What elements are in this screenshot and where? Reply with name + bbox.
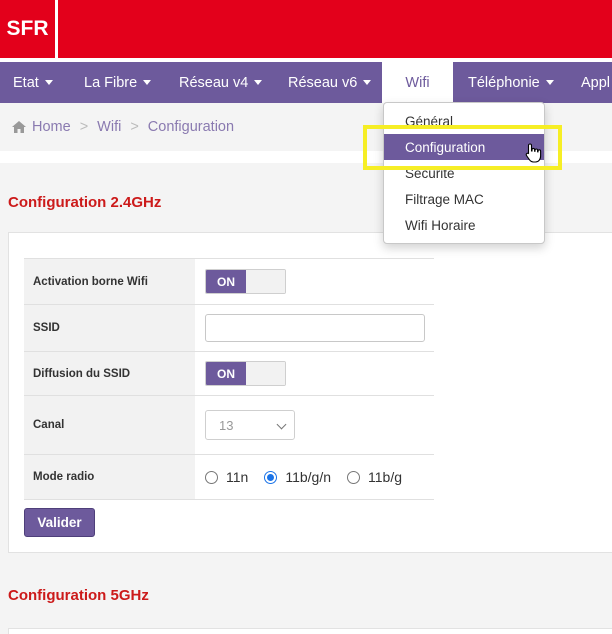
mode-radio-group: 11n 11b/g/n 11b/g: [205, 469, 434, 485]
config-5ghz-card: [8, 628, 612, 634]
activation-label: Activation borne Wifi: [24, 258, 195, 305]
mode-radio-label: Mode radio: [24, 454, 195, 500]
toggle-on-label: ON: [206, 270, 246, 293]
radio-label-11bgn[interactable]: 11b/g/n: [285, 469, 331, 485]
section-title-24ghz: Configuration 2.4GHz: [8, 194, 162, 211]
nav-item-reseau-v4[interactable]: Réseau v4: [179, 62, 263, 103]
config-24ghz-form: Activation borne Wifi ON SSID Diffusion …: [24, 258, 434, 500]
breadcrumb-separator: >: [130, 119, 139, 135]
nav-item-label: Réseau v4: [179, 74, 249, 91]
caret-down-icon: [254, 80, 263, 85]
header: SFR: [0, 0, 612, 62]
breadcrumb-wifi[interactable]: Wifi: [97, 119, 121, 135]
hand-pointer-icon: [525, 143, 543, 163]
form-row-activation: Activation borne Wifi ON: [24, 258, 434, 305]
form-row-ssid: SSID: [24, 304, 434, 352]
radio-label-11bg[interactable]: 11b/g: [368, 469, 402, 485]
main-nav: Etat La Fibre Réseau v4 Réseau v6 Wifi T…: [0, 62, 612, 103]
caret-down-icon: [44, 80, 53, 85]
nav-item-la-fibre[interactable]: La Fibre: [84, 62, 152, 103]
radio-11bg[interactable]: [347, 470, 360, 484]
section-title-5ghz: Configuration 5GHz: [8, 587, 149, 604]
radio-11bgn[interactable]: [264, 470, 278, 484]
form-row-diffusion: Diffusion du SSID ON: [24, 351, 434, 396]
form-row-mode-radio: Mode radio 11n 11b/g/n 11b/g: [24, 454, 434, 500]
ssid-label: SSID: [24, 304, 195, 352]
menu-item-filtrage-mac[interactable]: Filtrage MAC: [384, 186, 544, 212]
breadcrumb-separator: >: [79, 119, 89, 135]
nav-item-wifi[interactable]: Wifi: [382, 62, 453, 103]
nav-item-label: Réseau v6: [288, 74, 358, 91]
wifi-dropdown-menu: Général Configuration Sécurité Filtrage …: [383, 102, 545, 244]
caret-down-icon: [143, 80, 152, 85]
nav-item-label: Etat: [13, 74, 39, 91]
nav-item-label: Téléphonie: [468, 74, 540, 91]
header-band: [58, 0, 612, 58]
nav-item-applications[interactable]: Appl: [581, 62, 610, 103]
chevron-down-icon: [276, 419, 287, 430]
nav-item-label: Appl: [581, 74, 611, 91]
nav-item-label: La Fibre: [84, 74, 138, 91]
canal-select[interactable]: 13: [205, 410, 295, 440]
diffusion-label: Diffusion du SSID: [24, 351, 195, 396]
caret-down-icon: [363, 80, 372, 85]
diffusion-toggle[interactable]: ON: [205, 361, 286, 386]
nav-item-etat[interactable]: Etat: [13, 62, 53, 103]
activation-toggle[interactable]: ON: [205, 269, 286, 294]
valider-button[interactable]: Valider: [24, 508, 95, 537]
menu-item-wifi-horaire[interactable]: Wifi Horaire: [384, 212, 544, 238]
sfr-logo[interactable]: SFR: [0, 0, 55, 58]
nav-item-reseau-v6[interactable]: Réseau v6: [288, 62, 372, 103]
breadcrumb-current: Configuration: [147, 119, 235, 135]
form-row-canal: Canal 13: [24, 395, 434, 455]
radio-11n[interactable]: [205, 470, 218, 484]
caret-down-icon: [545, 80, 554, 85]
nav-item-telephonie[interactable]: Téléphonie: [468, 62, 554, 103]
logo-text: SFR: [6, 17, 49, 40]
canal-label: Canal: [24, 395, 195, 455]
ssid-input[interactable]: [205, 314, 425, 342]
canal-value: 13: [219, 417, 234, 433]
breadcrumb-home[interactable]: Home: [32, 119, 71, 135]
home-icon: [12, 121, 26, 133]
nav-item-label: Wifi: [405, 74, 430, 91]
toggle-on-label: ON: [206, 362, 246, 385]
radio-label-11n[interactable]: 11n: [226, 469, 248, 485]
